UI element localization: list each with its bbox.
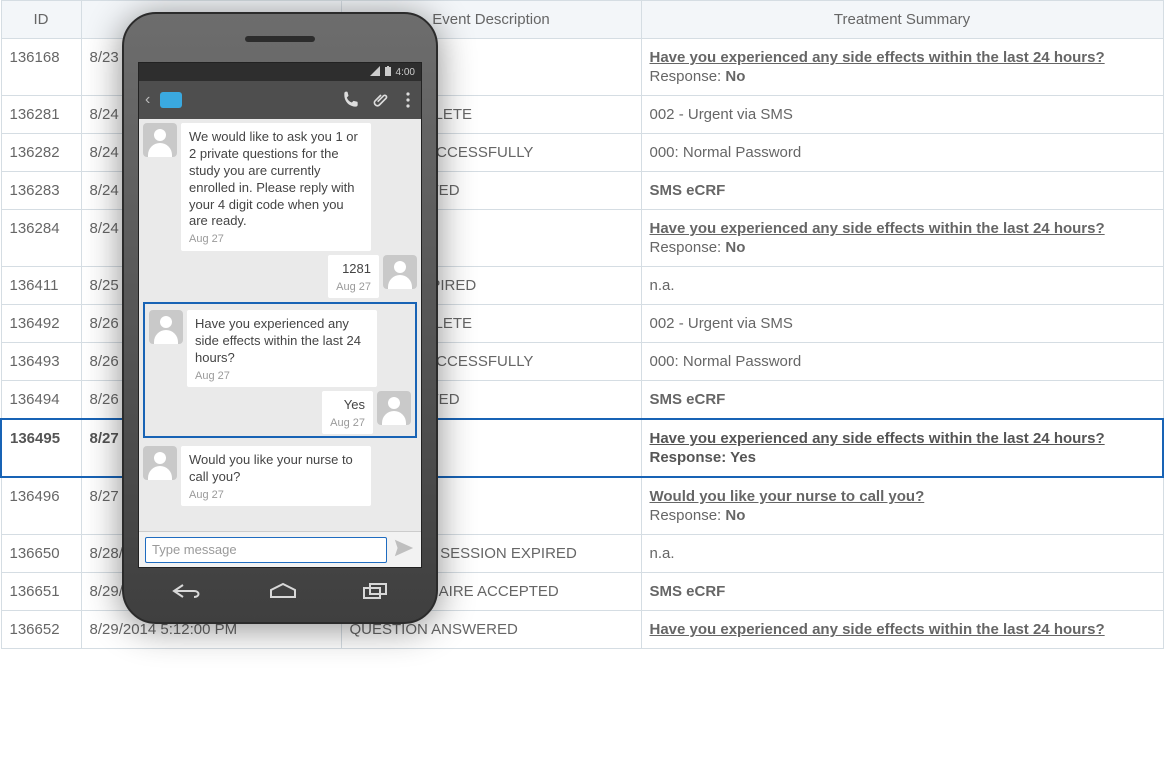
send-icon[interactable] (393, 537, 415, 562)
avatar (143, 123, 177, 157)
phone-screen: 4:00 ‹ We would like to ask you 1 or 2 p… (138, 62, 422, 568)
compose-input[interactable]: Type message (145, 537, 387, 563)
avatar (149, 310, 183, 344)
avatar (377, 391, 411, 425)
back-icon[interactable]: ‹ (145, 91, 150, 109)
avatar (383, 255, 417, 289)
compose-bar: Type message (139, 531, 421, 567)
nav-recent-icon[interactable] (362, 583, 390, 599)
incoming-message[interactable]: Have you experienced any side effects wi… (145, 306, 415, 387)
status-time: 4:00 (396, 67, 415, 78)
nav-home-icon[interactable] (268, 582, 298, 600)
highlighted-conversation: Have you experienced any side effects wi… (143, 302, 417, 438)
incoming-message[interactable]: We would like to ask you 1 or 2 private … (139, 119, 421, 251)
message-bubble: 1281Aug 27 (328, 255, 379, 298)
col-treat[interactable]: Treatment Summary (641, 1, 1163, 39)
attachment-icon[interactable] (371, 90, 391, 110)
android-statusbar: 4:00 (139, 63, 421, 81)
phone-body: 4:00 ‹ We would like to ask you 1 or 2 p… (122, 12, 438, 624)
avatar (143, 446, 177, 480)
phone-speaker (245, 36, 315, 42)
message-bubble: YesAug 27 (322, 391, 373, 434)
sms-icon[interactable] (160, 92, 182, 108)
overflow-icon[interactable] (401, 90, 415, 110)
battery-icon (384, 66, 392, 79)
nav-back-icon[interactable] (170, 582, 204, 600)
outgoing-message[interactable]: 1281Aug 27 (139, 251, 421, 298)
call-icon[interactable] (341, 90, 361, 110)
outgoing-message[interactable]: YesAug 27 (145, 387, 415, 434)
message-bubble: Have you experienced any side effects wi… (187, 310, 377, 387)
android-navbar (138, 576, 422, 606)
messaging-appbar: ‹ (139, 81, 421, 119)
signal-icon (370, 66, 380, 79)
col-id[interactable]: ID (1, 1, 81, 39)
message-thread[interactable]: We would like to ask you 1 or 2 private … (139, 119, 421, 531)
phone-overlay: 4:00 ‹ We would like to ask you 1 or 2 p… (122, 12, 438, 624)
message-bubble: We would like to ask you 1 or 2 private … (181, 123, 371, 251)
message-bubble: Would you like your nurse to call you?Au… (181, 446, 371, 506)
incoming-message[interactable]: Would you like your nurse to call you?Au… (139, 442, 421, 506)
